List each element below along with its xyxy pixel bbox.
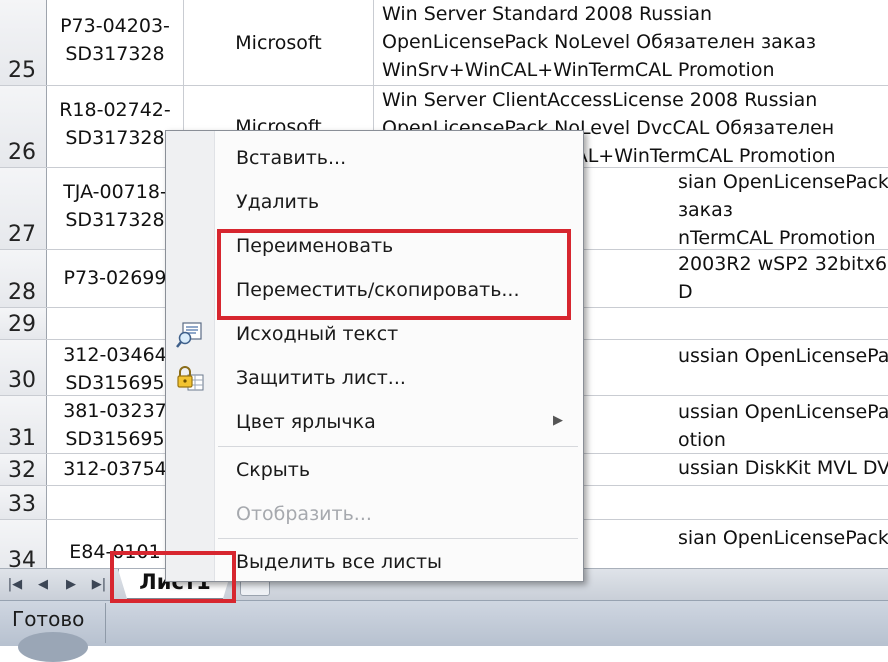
cell-code[interactable] <box>47 486 184 519</box>
menu-item-label: Исходный текст <box>236 323 399 345</box>
next-sheet-icon[interactable]: ▶ <box>62 575 80 593</box>
status-divider <box>105 603 106 643</box>
menu-item-label: Цвет ярлычка <box>236 411 376 433</box>
row-header[interactable]: 28 <box>0 250 47 307</box>
status-text: Готово <box>12 607 85 631</box>
office-orb-icon <box>18 632 88 662</box>
row-header[interactable]: 31 <box>0 396 47 453</box>
row-header[interactable]: 29 <box>0 308 47 339</box>
cell-code[interactable]: P73-04203- SD317328 <box>47 0 184 85</box>
menu-item-label: Выделить все листы <box>236 551 443 573</box>
row-header[interactable]: 30 <box>0 340 47 395</box>
menu-item-label: Отобразить... <box>236 503 372 525</box>
row-header[interactable]: 27 <box>0 168 47 249</box>
first-sheet-icon[interactable]: |◀ <box>6 575 24 593</box>
submenu-arrow-icon: ▶ <box>553 413 563 428</box>
cell-code[interactable]: TJA-00718- SD317328 <box>47 168 184 249</box>
cell-description[interactable]: Win Server Standard 2008 Russian OpenLic… <box>374 0 888 85</box>
row-header[interactable]: 26 <box>0 86 47 167</box>
menu-item-unhide: Отобразить... <box>166 497 583 533</box>
status-bar: Готово <box>0 600 888 646</box>
menu-item-label: Защитить лист... <box>236 367 406 389</box>
menu-separator <box>218 446 578 447</box>
last-sheet-icon[interactable]: ▶| <box>90 575 108 593</box>
sheet-context-menu: Вставить... Удалить Переименовать Переме… <box>165 130 584 582</box>
row-header[interactable]: 25 <box>0 0 47 85</box>
highlight-frame-move-copy <box>217 229 571 320</box>
row-header[interactable]: 34 <box>0 520 47 568</box>
protect-sheet-lock-icon <box>176 365 204 393</box>
menu-item-tab-color[interactable]: Цвет ярлычка ▶ <box>166 405 583 441</box>
menu-item-protect-sheet[interactable]: Защитить лист... <box>166 361 583 397</box>
cell-code[interactable]: 381-03237 SD315695 <box>47 396 184 453</box>
cell-code[interactable]: 312-03464 SD315695 <box>47 340 184 395</box>
view-code-icon <box>176 321 204 349</box>
cell-vendor[interactable]: Microsoft <box>184 0 374 85</box>
cell-code[interactable]: 312-03754 <box>47 454 184 485</box>
menu-separator <box>218 538 578 539</box>
menu-item-delete[interactable]: Удалить <box>166 185 583 221</box>
menu-item-label: Удалить <box>236 191 320 213</box>
menu-item-insert[interactable]: Вставить... <box>166 141 583 177</box>
table-row: 25 P73-04203- SD317328 Microsoft Win Ser… <box>0 0 888 86</box>
prev-sheet-icon[interactable]: ◀ <box>34 575 52 593</box>
row-header[interactable]: 33 <box>0 486 47 519</box>
row-header[interactable]: 32 <box>0 454 47 485</box>
menu-item-label: Скрыть <box>236 459 311 481</box>
highlight-frame-sheet-tab <box>110 551 236 603</box>
cell-code[interactable]: R18-02742- SD317328 <box>47 86 184 167</box>
cell-code[interactable]: P73-02699 <box>47 250 184 307</box>
cell-code[interactable] <box>47 308 184 339</box>
menu-item-hide[interactable]: Скрыть <box>166 453 583 489</box>
menu-item-view-code[interactable]: Исходный текст <box>166 317 583 353</box>
menu-item-label: Вставить... <box>236 147 347 169</box>
